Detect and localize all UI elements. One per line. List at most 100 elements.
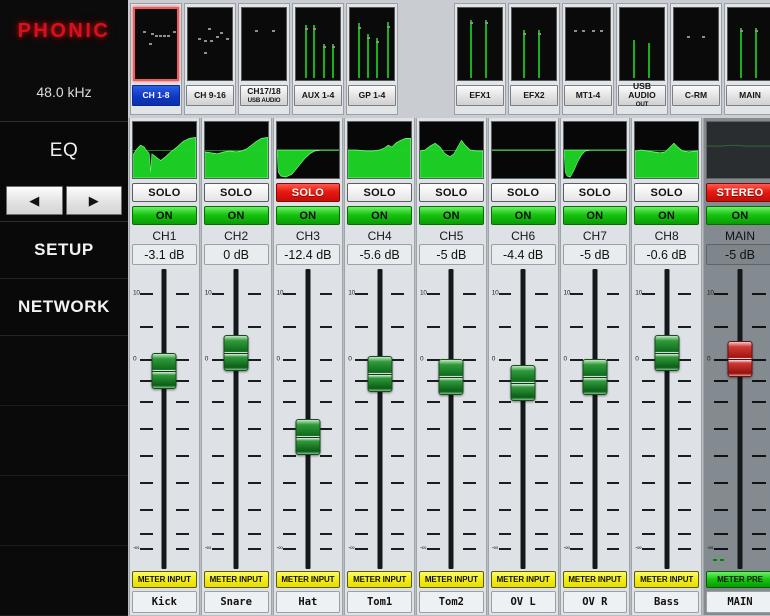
eq-curve-display[interactable] (347, 121, 412, 179)
fader-handle[interactable] (151, 353, 177, 389)
bank-label[interactable]: EFX1 (456, 85, 504, 106)
solo-button[interactable]: SOLO (634, 183, 699, 202)
gain-value-display[interactable]: -4.4 dB (490, 244, 556, 265)
eq-curve-display[interactable] (634, 121, 699, 179)
meter-source-button[interactable]: METER INPUT (562, 571, 628, 588)
bank-label[interactable]: CH17/18 USB AUDIO (240, 85, 288, 106)
fader-handle[interactable] (295, 419, 321, 455)
gain-value-display[interactable]: 0 dB (203, 244, 269, 265)
fader-track[interactable] (377, 269, 383, 569)
fader-track[interactable] (161, 269, 167, 569)
bank-label[interactable]: GP 1-4 (348, 85, 396, 106)
fader-handle[interactable] (223, 335, 249, 371)
bank-button-gp-1-4[interactable]: GP 1-4 (346, 3, 398, 115)
channel-name-field[interactable]: Tom2 (419, 591, 484, 613)
fader-track[interactable] (520, 269, 526, 569)
eq-curve-display[interactable] (562, 121, 628, 179)
fader-handle[interactable] (582, 359, 608, 395)
eq-curve-display[interactable] (706, 121, 770, 179)
bank-label[interactable]: MAIN (726, 85, 770, 106)
eq-curve-display[interactable] (490, 121, 556, 179)
bank-label[interactable]: EFX2 (510, 85, 558, 106)
fader-track[interactable] (233, 269, 239, 569)
solo-button[interactable]: SOLO (562, 183, 628, 202)
prev-page-button[interactable]: ◀ (6, 186, 63, 215)
bank-button-efx1[interactable]: EFX1 (454, 3, 506, 115)
bank-label[interactable]: AUX 1-4 (294, 85, 342, 106)
bank-label[interactable]: C-RM (672, 85, 720, 106)
channel-on-button[interactable]: ON (203, 206, 269, 225)
meter-source-button[interactable]: METER INPUT (132, 571, 197, 588)
eq-curve-display[interactable] (419, 121, 484, 179)
channel-name-field[interactable]: Tom1 (347, 591, 412, 613)
fader-track[interactable] (737, 269, 743, 569)
eq-curve-display[interactable] (275, 121, 341, 179)
bank-label[interactable]: USB AUDIO OUT (618, 82, 666, 108)
channel-on-button[interactable]: ON (419, 206, 484, 225)
main-meter-source-button[interactable]: METER PRE (706, 571, 770, 588)
gain-value-display[interactable]: -3.1 dB (132, 244, 197, 265)
fader-track[interactable] (448, 269, 454, 569)
meter-source-button[interactable]: METER INPUT (490, 571, 556, 588)
fader-track[interactable] (592, 269, 598, 569)
channel-name-field[interactable]: OV R (562, 591, 628, 613)
channel-name-field[interactable]: OV L (490, 591, 556, 613)
solo-button[interactable]: SOLO (490, 183, 556, 202)
bank-label[interactable]: MT1-4 (564, 85, 612, 106)
sidebar-item-setup[interactable]: SETUP (0, 222, 128, 279)
channel-on-button[interactable]: ON (347, 206, 412, 225)
next-page-button[interactable]: ▶ (65, 186, 122, 215)
channel-on-button[interactable]: ON (275, 206, 341, 225)
solo-button[interactable]: SOLO (419, 183, 484, 202)
eq-curve-display[interactable] (203, 121, 269, 179)
fader-handle[interactable] (367, 356, 393, 392)
meter-source-button[interactable]: METER INPUT (203, 571, 269, 588)
sidebar-item-network[interactable]: NETWORK (0, 279, 128, 336)
fader-tick (642, 428, 655, 430)
gain-value-display[interactable]: -5 dB (562, 244, 628, 265)
meter-source-button[interactable]: METER INPUT (347, 571, 412, 588)
bank-button-ch17-18[interactable]: CH17/18 USB AUDIO (238, 3, 290, 115)
bank-button-ch-1-8[interactable]: CH 1-8 (130, 3, 182, 115)
channel-name-field[interactable]: Snare (203, 591, 269, 613)
mini-meter-peak-dot (216, 36, 219, 38)
bank-label[interactable]: CH 1-8 (132, 85, 180, 106)
solo-button[interactable]: SOLO (132, 183, 197, 202)
gain-value-display[interactable]: -5.6 dB (347, 244, 412, 265)
bank-button-mt1-4[interactable]: MT1-4 (562, 3, 614, 115)
bank-button-main[interactable]: MAIN (724, 3, 770, 115)
bank-button-ch-9-16[interactable]: CH 9-16 (184, 3, 236, 115)
channel-name-field[interactable]: Kick (132, 591, 197, 613)
fader-tick (642, 455, 655, 457)
meter-source-button[interactable]: METER INPUT (275, 571, 341, 588)
bank-button-aux-1-4[interactable]: AUX 1-4 (292, 3, 344, 115)
gain-value-display[interactable]: -12.4 dB (275, 244, 341, 265)
main-name-field[interactable]: MAIN (706, 591, 770, 613)
main-on-button[interactable]: ON (706, 206, 770, 225)
channel-on-button[interactable]: ON (132, 206, 197, 225)
fader-handle[interactable] (438, 359, 464, 395)
gain-value-display[interactable]: -0.6 dB (634, 244, 699, 265)
channel-name-field[interactable]: Hat (275, 591, 341, 613)
gain-value-display[interactable]: -5 dB (419, 244, 484, 265)
stereo-button[interactable]: STEREO (706, 183, 770, 202)
bank-button-efx2[interactable]: EFX2 (508, 3, 560, 115)
channel-on-button[interactable]: ON (490, 206, 556, 225)
main-fader-handle[interactable] (727, 341, 753, 377)
solo-button[interactable]: SOLO (203, 183, 269, 202)
bank-label[interactable]: CH 9-16 (186, 85, 234, 106)
fader-handle[interactable] (654, 335, 680, 371)
solo-button[interactable]: SOLO (275, 183, 341, 202)
bank-button-usb-audio[interactable]: USB AUDIO OUT (616, 3, 668, 115)
main-gain-value-display[interactable]: -5 dB (706, 244, 770, 265)
bank-button-c-rm[interactable]: C-RM (670, 3, 722, 115)
fader-handle[interactable] (510, 365, 536, 401)
channel-name-field[interactable]: Bass (634, 591, 699, 613)
channel-on-button[interactable]: ON (634, 206, 699, 225)
meter-source-button[interactable]: METER INPUT (419, 571, 484, 588)
channel-on-button[interactable]: ON (562, 206, 628, 225)
meter-source-button[interactable]: METER INPUT (634, 571, 699, 588)
solo-button[interactable]: SOLO (347, 183, 412, 202)
eq-curve-display[interactable] (132, 121, 197, 179)
fader-track[interactable] (664, 269, 670, 569)
